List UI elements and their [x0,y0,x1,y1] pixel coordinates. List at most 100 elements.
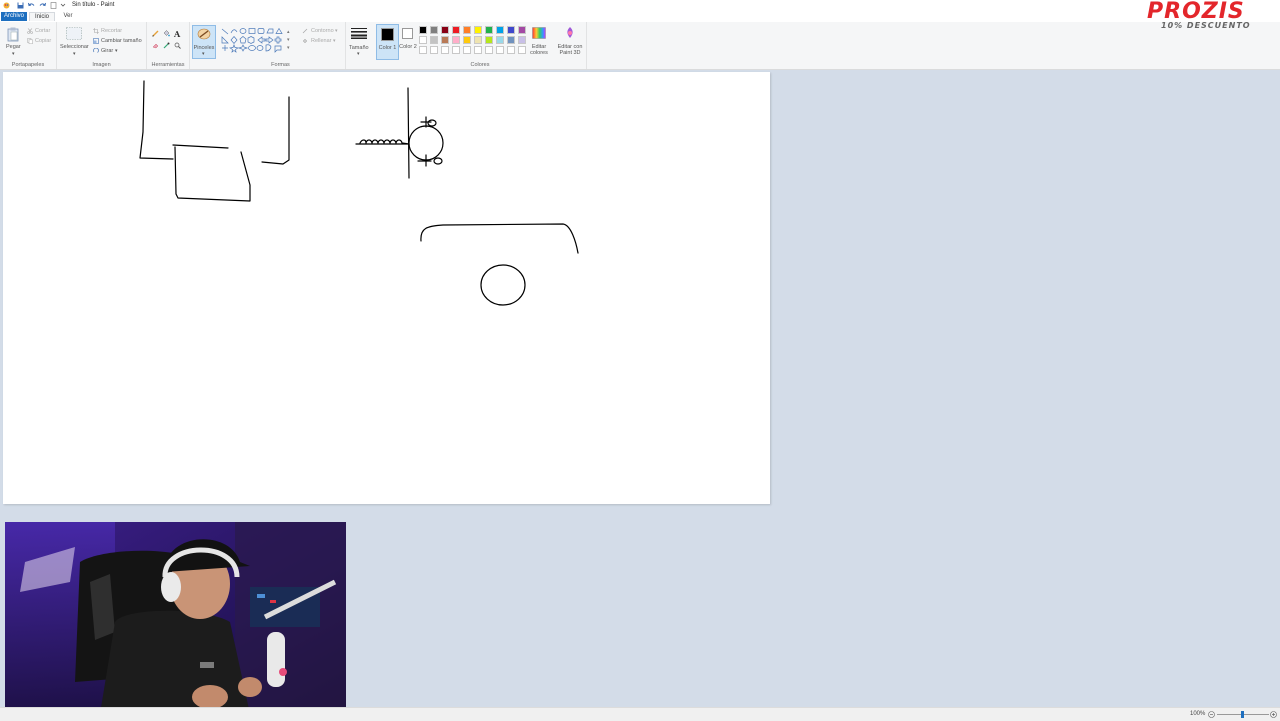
paste-dropdown-icon[interactable]: ▾ [12,51,15,57]
paste-button[interactable]: Pegar [6,44,21,50]
color-swatch[interactable] [452,26,460,34]
color-swatch[interactable] [441,26,449,34]
fill-icon[interactable] [163,30,170,39]
color1-swatch [381,28,394,41]
edit-colors-icon[interactable] [532,27,546,41]
fill-button[interactable]: Rellenar [311,38,331,44]
color-swatch[interactable] [496,36,504,44]
cut-button[interactable]: Cortar [35,28,50,34]
drawn-plus-bottom [417,154,432,167]
brushes-button[interactable]: Pinceles ▾ [192,25,216,59]
tab-home[interactable]: Inicio [29,12,55,21]
color-palette [419,26,529,56]
zoom-slider-thumb[interactable] [1241,711,1244,718]
resize-button[interactable]: Cambiar tamaño [101,38,142,44]
rotate-dropdown-icon[interactable]: ▾ [115,48,118,54]
color1-selector[interactable]: Color 1 [376,24,399,60]
custom-color-slot[interactable] [474,46,482,54]
svg-text:▴: ▴ [287,29,290,35]
crop-icon [93,28,99,36]
custom-color-slot[interactable] [496,46,504,54]
color2-label: Color 2 [399,44,417,50]
color-swatch[interactable] [485,36,493,44]
drawing-canvas[interactable] [3,72,770,504]
drawn-arc [420,223,579,254]
color-swatch[interactable] [430,36,438,44]
clipboard-group-label: Portapapeles [11,62,45,68]
color-swatch[interactable] [419,26,427,34]
window-title: Sin título - Paint [72,2,115,8]
color-picker-icon[interactable] [163,42,170,51]
rotate-button[interactable]: Girar [101,48,113,54]
color-swatch[interactable] [518,36,526,44]
color-swatch[interactable] [419,36,427,44]
custom-color-slot[interactable] [430,46,438,54]
prozis-logo: PROZIS [1147,0,1245,24]
ribbon: Pegar ▾ Cortar Copiar Portapapeles Selec… [0,22,1280,70]
color-swatch[interactable] [463,36,471,44]
color-swatch[interactable] [507,26,515,34]
color-swatch[interactable] [463,26,471,34]
eraser-icon[interactable] [152,42,159,51]
color-swatch[interactable] [485,26,493,34]
magnifier-icon[interactable] [174,42,181,51]
drawn-lower-circle [480,264,526,306]
custom-color-slot[interactable] [507,46,515,54]
copy-button[interactable]: Copiar [35,38,51,44]
zoom-out-icon[interactable] [1208,711,1215,720]
colors-group: Color 1 Color 2 Editar colores Editar co… [374,22,587,69]
select-dropdown-icon[interactable]: ▾ [73,51,76,57]
customize-toolbar-icon[interactable] [60,2,66,8]
outline-icon [302,28,308,36]
crop-button[interactable]: Recortar [101,28,122,34]
custom-color-slot[interactable] [452,46,460,54]
custom-color-slot[interactable] [419,46,427,54]
brushes-dropdown-icon: ▾ [202,51,205,57]
tab-file[interactable]: Archivo [1,12,27,21]
color-swatch[interactable] [496,26,504,34]
color-swatch[interactable] [474,36,482,44]
outline-dropdown-icon[interactable]: ▾ [335,28,338,34]
copy-icon [27,38,33,46]
custom-color-slot[interactable] [463,46,471,54]
text-icon[interactable]: A [174,29,180,39]
paint3d-icon[interactable] [564,26,576,42]
redo-icon[interactable] [39,2,46,8]
color-swatch[interactable] [441,36,449,44]
new-file-icon[interactable] [50,2,57,9]
tools-group-label: Herramientas [151,62,185,68]
size-button[interactable]: Tamaño ▾ [347,25,371,57]
color2-selector[interactable]: Color 2 [399,25,417,57]
save-icon[interactable] [17,2,24,9]
drawn-small-circle-bottom [433,157,443,165]
image-group: Seleccionar ▾ Recortar Cambiar tamaño Gi… [57,22,147,69]
size-dropdown-icon: ▾ [357,51,360,57]
edit-paint3d-button[interactable]: Editar con Paint 3D [554,44,586,56]
select-icon[interactable] [66,27,82,42]
color-swatch[interactable] [474,26,482,34]
edit-colors-button[interactable]: Editar colores [526,44,552,56]
paste-icon[interactable] [7,27,19,44]
color-swatch[interactable] [507,36,515,44]
shapes-gallery[interactable]: ▴ ▾ ▾ [221,27,295,59]
undo-icon[interactable] [28,2,35,8]
fill-shape-icon [302,38,308,46]
select-button[interactable]: Seleccionar [60,44,89,50]
svg-text:▾: ▾ [287,45,290,51]
custom-color-slot[interactable] [441,46,449,54]
zoom-in-icon[interactable] [1270,711,1277,720]
tab-view[interactable]: Ver [58,12,78,21]
line-size-icon [351,28,367,41]
color2-swatch [402,28,413,39]
cut-icon [27,28,33,36]
color-swatch[interactable] [518,26,526,34]
pencil-icon[interactable] [152,30,159,39]
fill-dropdown-icon[interactable]: ▾ [333,38,336,44]
webcam-overlay [5,522,346,714]
outline-button[interactable]: Contorno [311,28,334,34]
custom-color-slot[interactable] [518,46,526,54]
color-swatch[interactable] [452,36,460,44]
drawn-small-circle-top [427,119,437,127]
custom-color-slot[interactable] [485,46,493,54]
color-swatch[interactable] [430,26,438,34]
